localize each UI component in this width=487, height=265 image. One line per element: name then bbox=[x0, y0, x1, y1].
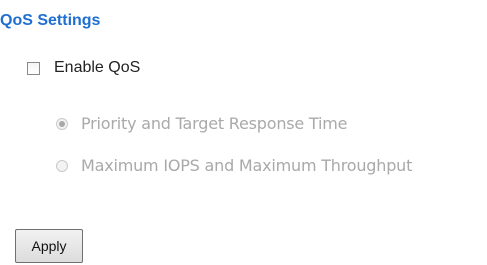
enable-qos-checkbox-row[interactable]: Enable QoS bbox=[27, 59, 140, 77]
enable-qos-checkbox[interactable] bbox=[27, 61, 40, 75]
radio-priority-target-response-label: Priority and Target Response Time bbox=[81, 114, 348, 133]
section-title: QoS Settings bbox=[0, 12, 101, 29]
enable-qos-label: Enable QoS bbox=[54, 59, 141, 76]
radio-priority-target-response-row: Priority and Target Response Time bbox=[56, 114, 347, 133]
radio-max-iops-throughput bbox=[56, 159, 68, 172]
radio-max-iops-throughput-label: Maximum IOPS and Maximum Throughput bbox=[81, 156, 413, 175]
radio-max-iops-throughput-row: Maximum IOPS and Maximum Throughput bbox=[56, 156, 412, 175]
radio-priority-target-response bbox=[56, 117, 68, 130]
apply-button[interactable]: Apply bbox=[15, 229, 83, 263]
